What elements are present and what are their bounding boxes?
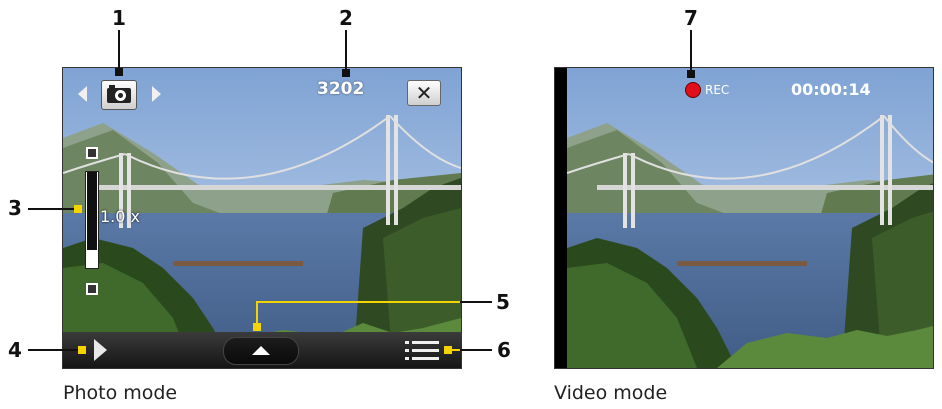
zoom-level-label: 1.0 x <box>100 207 140 226</box>
remaining-shots-counter: 3202 <box>317 79 365 99</box>
prev-mode-arrow[interactable] <box>78 86 87 102</box>
menu-list-icon[interactable] <box>405 339 439 363</box>
callout-3: 3 <box>8 196 22 220</box>
recording-time: 00:00:14 <box>791 80 871 99</box>
callout-6: 6 <box>497 338 511 362</box>
callout-5: 5 <box>496 290 510 314</box>
close-button[interactable]: ✕ <box>407 80 441 106</box>
play-arrow-icon[interactable] <box>94 339 107 361</box>
photo-mode-screen: 3202 ✕ 1.0 x <box>62 67 462 369</box>
bottom-toolbar <box>63 332 461 368</box>
video-mode-screen: REC 00:00:14 <box>554 67 934 369</box>
expand-panel-button[interactable] <box>223 337 299 365</box>
zoom-in-icon[interactable] <box>86 147 98 159</box>
photo-mode-caption: Photo mode <box>63 382 178 404</box>
zoom-out-icon[interactable] <box>86 283 98 295</box>
camera-icon <box>107 85 131 103</box>
rec-label: REC <box>705 83 730 97</box>
recording-indicator-icon <box>685 82 701 98</box>
callout-7: 7 <box>684 6 698 30</box>
next-mode-arrow[interactable] <box>152 86 161 102</box>
video-preview-image <box>567 68 933 368</box>
close-icon: ✕ <box>415 81 433 105</box>
callout-4: 4 <box>8 338 22 362</box>
camera-mode-button[interactable] <box>101 80 137 110</box>
zoom-slider[interactable] <box>85 171 99 269</box>
up-arrow-icon <box>252 346 270 355</box>
callout-1: 1 <box>112 6 126 30</box>
zoom-slider-track <box>87 172 97 250</box>
callout-2: 2 <box>339 6 353 30</box>
video-mode-caption: Video mode <box>554 382 668 404</box>
